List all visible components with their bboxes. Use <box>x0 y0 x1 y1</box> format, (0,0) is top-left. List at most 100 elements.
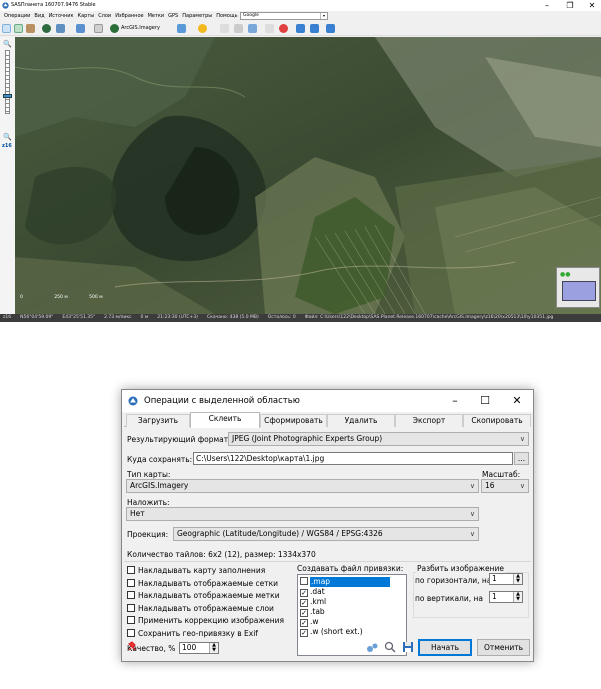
nav-arrow-3-icon[interactable] <box>326 24 335 33</box>
pin-icon[interactable] <box>126 641 138 653</box>
tab-copy[interactable]: Скопировать <box>463 414 531 427</box>
gps-icon[interactable] <box>265 24 274 33</box>
checkbox-icon[interactable] <box>127 578 135 587</box>
tab-stitch[interactable]: Склеить <box>190 412 260 428</box>
binding-file-item[interactable]: ✓ .w <box>300 617 319 627</box>
chevron-down-icon: ∨ <box>469 482 475 490</box>
checkbox-icon[interactable]: ✓ <box>300 619 308 627</box>
option-label: Применить коррекцию изображения <box>138 616 285 625</box>
search-icon[interactable] <box>384 641 396 653</box>
menu-item-7[interactable]: GPS <box>168 13 178 19</box>
checkbox-icon[interactable] <box>127 628 135 637</box>
toolbar-map-label[interactable]: ArcGIS.Imagery <box>121 23 160 34</box>
menu-item-9[interactable]: Помощь <box>216 13 237 19</box>
browse-button[interactable]: ... <box>514 452 529 465</box>
zoom-slider[interactable] <box>5 50 10 114</box>
binding-file-item[interactable]: ✓ .tab <box>300 607 325 617</box>
checkbox-icon[interactable] <box>127 603 135 612</box>
menu-item-5[interactable]: Избранное <box>115 13 143 19</box>
stepper-arrows-icon[interactable]: ▲ ▼ <box>513 592 522 602</box>
path-icon[interactable] <box>234 24 243 33</box>
main-toolbar: ArcGIS.Imagery <box>0 21 601 36</box>
binding-file-item[interactable]: .map <box>300 577 390 587</box>
nav-arrow-icon[interactable] <box>296 24 305 33</box>
nav-arrow-2-icon[interactable] <box>310 24 319 33</box>
quality-stepper[interactable]: 100 ▲ ▼ <box>179 642 219 654</box>
option-label: Накладывать отображаемые сетки <box>138 578 279 588</box>
option-checkbox-2[interactable]: Накладывать отображаемые метки <box>127 591 280 601</box>
map-type-icon[interactable] <box>110 24 119 33</box>
menu-item-6[interactable]: Метки <box>148 13 165 19</box>
star-icon[interactable] <box>198 24 207 33</box>
satellite-map-view[interactable]: 0 250 м 500 м <box>15 37 601 314</box>
tab-generate[interactable]: Сформировать <box>260 414 327 427</box>
checkbox-icon[interactable] <box>127 591 135 599</box>
option-checkbox-1[interactable]: Накладывать отображаемые сетки <box>127 578 279 589</box>
fullscreen-button[interactable] <box>76 24 85 33</box>
stop-icon[interactable] <box>279 24 288 33</box>
binding-file-item[interactable]: ✓ .kml <box>300 597 326 607</box>
dialog-minimize-button[interactable]: – <box>440 390 470 412</box>
checkbox-icon[interactable] <box>300 577 308 585</box>
save-path-field[interactable]: C:\Users\122\Desktop\карта\1.jpg <box>193 452 513 465</box>
menu-item-3[interactable]: Карты <box>78 13 95 19</box>
menu-item-8[interactable]: Параметры <box>182 13 212 19</box>
satellite-icon[interactable] <box>94 24 103 33</box>
result-format-combo[interactable]: JPEG (Joint Photographic Experts Group) … <box>228 432 529 446</box>
option-checkbox-3[interactable]: Накладывать отображаемые слои <box>127 603 274 614</box>
minimap-zoom-icon[interactable]: ●● <box>560 271 570 278</box>
option-checkbox-0[interactable]: Накладывать карту заполнения <box>127 566 265 576</box>
ruler-button[interactable] <box>26 24 35 33</box>
main-maximize-button[interactable]: ❐ <box>563 0 577 11</box>
map-type-combo[interactable]: ArcGIS.Imagery ∨ <box>126 479 479 493</box>
tab-export[interactable]: Экспорт <box>395 414 463 427</box>
split-horizontal-stepper[interactable]: 1 ▲ ▼ <box>489 573 523 585</box>
stepper-arrows-icon[interactable]: ▲ ▼ <box>209 643 218 653</box>
binding-file-item[interactable]: ✓ .w (short ext.) <box>300 627 363 637</box>
menu-item-0[interactable]: Операции <box>4 13 30 19</box>
checkbox-icon[interactable]: ✓ <box>300 609 308 617</box>
checkbox-icon[interactable]: ✓ <box>300 629 308 637</box>
option-checkbox-5[interactable]: Сохранить гео-привязку в Exif <box>127 628 258 639</box>
cancel-button[interactable]: Отменить <box>477 639 530 656</box>
overlay-combo[interactable]: Нет ∨ <box>126 507 479 521</box>
minimap[interactable]: ●● <box>556 267 600 308</box>
dialog-maximize-button[interactable]: ☐ <box>470 390 500 412</box>
option-checkbox-4[interactable]: Применить коррекцию изображения <box>127 616 284 626</box>
checkbox-icon[interactable]: ✓ <box>300 599 308 607</box>
zoom-tool-button[interactable] <box>56 24 65 33</box>
split-vertical-stepper[interactable]: 1 ▲ ▼ <box>489 591 523 603</box>
map-source-combo[interactable]: Google ▾ <box>240 12 328 20</box>
start-button[interactable]: Начать <box>418 639 472 656</box>
polygon-icon[interactable] <box>248 24 257 33</box>
divider <box>124 561 531 562</box>
projection-combo[interactable]: Geographic (Latitude/Longitude) / WGS84 … <box>173 527 479 541</box>
binding-file-item[interactable]: ✓ .dat <box>300 587 325 597</box>
layers-button[interactable] <box>177 24 186 33</box>
menu-item-4[interactable]: Слои <box>98 13 111 19</box>
checkbox-icon[interactable]: ✓ <box>300 589 308 597</box>
zoom-out-icon[interactable]: 🔍 <box>3 133 12 141</box>
main-close-button[interactable]: ✕ <box>585 0 599 11</box>
marker-icon[interactable] <box>220 24 229 33</box>
stepper-arrows-icon[interactable]: ▲ ▼ <box>513 574 522 584</box>
save-icon[interactable] <box>402 641 414 653</box>
tab-delete[interactable]: Удалить <box>327 414 395 427</box>
zoom-slider-thumb[interactable] <box>3 94 12 98</box>
main-title-bar: SASПланета 160707.9476 Stable – ❐ ✕ <box>0 0 601 11</box>
select-tool-button[interactable] <box>2 24 11 33</box>
checkbox-icon[interactable] <box>127 616 135 624</box>
menu-item-1[interactable]: Вид <box>34 13 44 19</box>
dialog-close-button[interactable]: ✕ <box>502 390 532 412</box>
scale-combo[interactable]: 16 ∨ <box>481 479 529 493</box>
tab-download[interactable]: Загрузить <box>126 414 190 427</box>
globe-icon[interactable] <box>42 24 51 33</box>
binding-file-label: .map <box>310 577 390 587</box>
zoom-in-icon[interactable]: 🔍 <box>3 40 12 48</box>
rect-select-button[interactable] <box>14 24 23 33</box>
checkbox-icon[interactable] <box>127 566 135 574</box>
menu-item-2[interactable]: Источник <box>49 13 74 19</box>
binoculars-icon[interactable] <box>366 641 378 653</box>
main-minimize-button[interactable]: – <box>540 0 554 11</box>
status-field-3: 2.73 м/пикс <box>104 315 132 320</box>
